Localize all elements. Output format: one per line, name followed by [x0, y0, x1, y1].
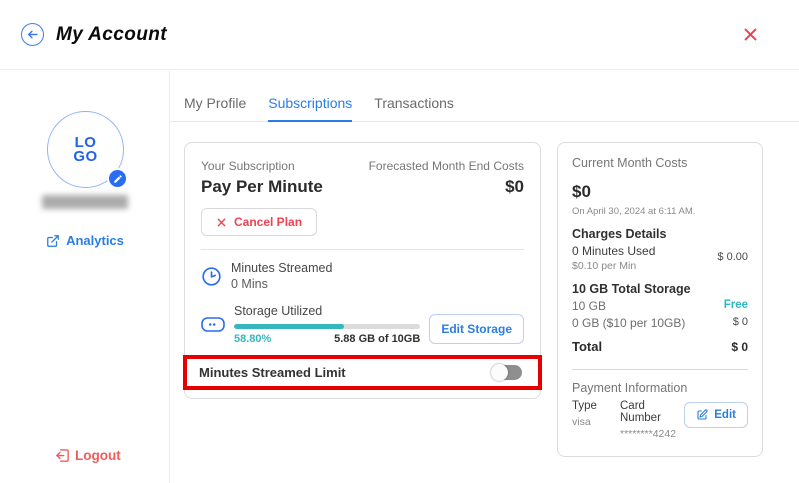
payment-divider: [572, 369, 748, 370]
charges-details-heading: Charges Details: [572, 227, 748, 241]
payment-type-header: Type: [572, 400, 620, 412]
total-row: Total $ 0: [572, 339, 748, 354]
avatar-logo-text: LO GO: [73, 136, 97, 164]
subscription-card-header: Your Subscription Pay Per Minute Forecas…: [201, 159, 524, 197]
card-number-value: ********4242: [620, 428, 684, 440]
storage-progress-fill: [234, 324, 344, 329]
cancel-x-icon: [216, 217, 227, 228]
arrow-left-icon: [26, 28, 39, 41]
avatar[interactable]: LO GO: [47, 111, 124, 188]
pencil-icon: [113, 174, 123, 184]
storage-progress-bar: [234, 324, 420, 329]
tab-bar: My Profile Subscriptions Transactions: [171, 71, 799, 122]
payment-info-heading: Payment Information: [572, 381, 748, 395]
analytics-label: Analytics: [66, 233, 124, 248]
tab-my-profile[interactable]: My Profile: [184, 95, 246, 121]
close-x-icon: [742, 26, 759, 43]
minutes-charge-amount: $ 0.00: [717, 251, 748, 263]
total-label: Total: [572, 339, 602, 354]
external-link-icon: [46, 234, 60, 248]
current-month-timestamp: On April 30, 2024 at 6:11 AM.: [572, 206, 748, 217]
minutes-limit-toggle[interactable]: [492, 365, 522, 380]
storage-extra-amount: $ 0: [733, 316, 748, 328]
storage-utilized-row: Storage Utilized 58.80% 5.88 GB of 10GB …: [201, 304, 524, 345]
edit-storage-button[interactable]: Edit Storage: [429, 314, 524, 344]
card-number-header: Card Number: [620, 400, 684, 424]
tab-transactions[interactable]: Transactions: [374, 95, 454, 121]
modal-header: My Account: [0, 0, 799, 70]
current-month-card: Current Month Costs $0 On April 30, 2024…: [557, 142, 763, 457]
sidebar: LO GO Analytics: [0, 71, 170, 483]
minutes-streamed-value: 0 Mins: [231, 277, 332, 291]
storage-included-amount: Free: [724, 299, 748, 311]
logout-button[interactable]: Logout: [55, 448, 121, 463]
card-divider: [201, 249, 524, 250]
clock-icon: [201, 266, 222, 287]
my-account-modal: My Account LO GO: [0, 0, 799, 483]
cards-row: Your Subscription Pay Per Minute Forecas…: [171, 122, 799, 457]
forecast-label: Forecasted Month End Costs: [369, 159, 524, 173]
storage-usage: 5.88 GB of 10GB: [334, 333, 420, 345]
storage-drive-icon: [201, 317, 225, 345]
blurred-username: [42, 195, 128, 209]
plan-name: Pay Per Minute: [201, 177, 323, 197]
edit-payment-button[interactable]: Edit: [684, 402, 748, 428]
logout-icon: [55, 448, 70, 463]
minutes-streamed-row: Minutes Streamed 0 Mins: [201, 261, 524, 291]
minutes-streamed-label: Minutes Streamed: [231, 261, 332, 275]
edit-avatar-button[interactable]: [107, 168, 128, 189]
forecast-value: $0: [369, 177, 524, 197]
storage-extra-label: 0 GB ($10 per 10GB): [572, 316, 685, 330]
storage-percent: 58.80%: [234, 333, 271, 345]
edit-box-icon: [696, 409, 708, 421]
current-month-amount: $0: [572, 182, 748, 202]
cancel-plan-button[interactable]: Cancel Plan: [201, 208, 317, 236]
minutes-streamed-limit-label: Minutes Streamed Limit: [199, 365, 346, 380]
storage-utilized-label: Storage Utilized: [234, 304, 420, 318]
minutes-rate-label: $0.10 per Min: [572, 260, 655, 272]
payment-info-grid: Type visa Card Number ********4242: [572, 400, 748, 440]
minutes-used-label: 0 Minutes Used: [572, 244, 655, 258]
toggle-knob: [491, 364, 508, 381]
main-content: My Profile Subscriptions Transactions Yo…: [171, 71, 799, 483]
total-storage-heading: 10 GB Total Storage: [572, 282, 748, 296]
edit-payment-label: Edit: [714, 409, 736, 421]
total-amount: $ 0: [731, 340, 748, 354]
current-month-title: Current Month Costs: [572, 156, 748, 170]
analytics-link[interactable]: Analytics: [0, 233, 170, 248]
payment-type-value: visa: [572, 416, 620, 428]
page-title: My Account: [56, 24, 167, 46]
minutes-streamed-limit-row: Minutes Streamed Limit: [183, 355, 542, 390]
storage-included-row: 10 GB Free: [572, 296, 748, 313]
tab-subscriptions[interactable]: Subscriptions: [268, 95, 352, 122]
storage-extra-row: 0 GB ($10 per 10GB) $ 0: [572, 313, 748, 330]
back-button[interactable]: [21, 23, 44, 46]
minutes-charge-row: 0 Minutes Used $0.10 per Min $ 0.00: [572, 241, 748, 272]
logout-label: Logout: [75, 448, 121, 463]
your-subscription-label: Your Subscription: [201, 159, 323, 173]
subscription-card: Your Subscription Pay Per Minute Forecas…: [184, 142, 541, 399]
close-button[interactable]: [742, 26, 759, 43]
storage-included-label: 10 GB: [572, 299, 606, 313]
cancel-plan-label: Cancel Plan: [234, 215, 302, 229]
